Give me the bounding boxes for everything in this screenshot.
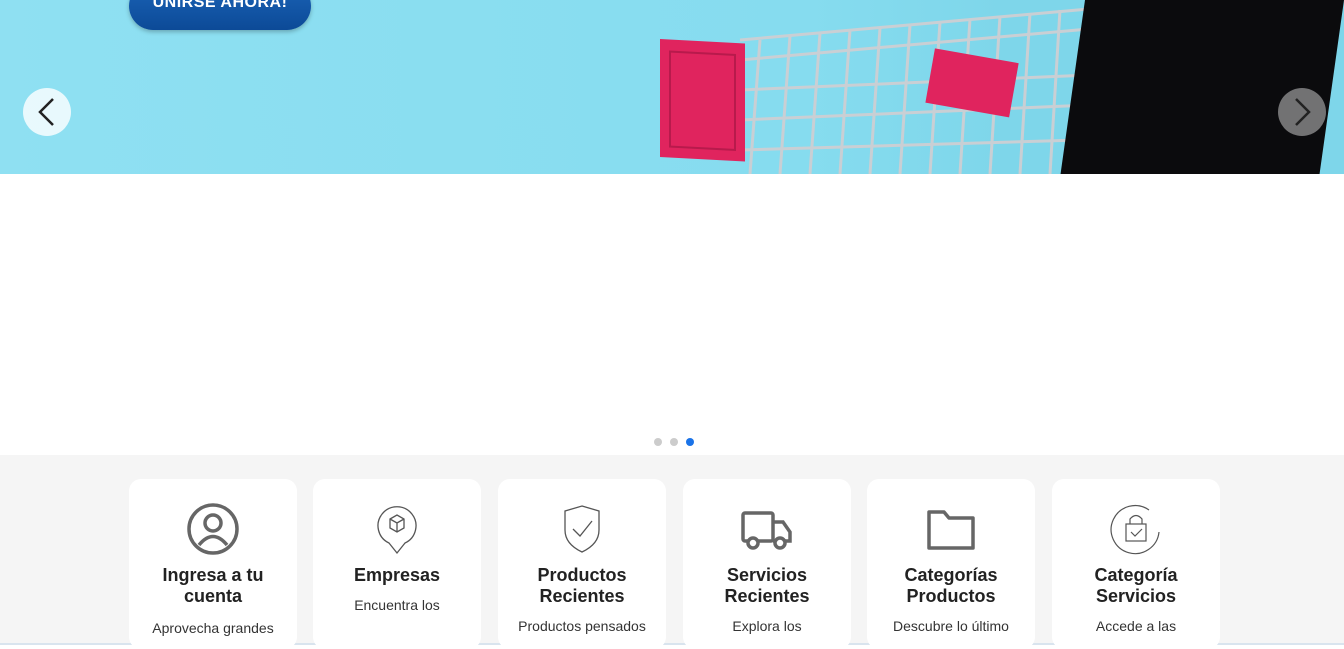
folder-icon (927, 510, 975, 550)
hero-carousel: UNIRSE AHORA! (0, 0, 1344, 174)
chevron-left-icon (38, 98, 54, 126)
feature-card-recent-products[interactable]: Productos Recientes Productos pensados (498, 479, 666, 649)
feature-card-recent-services[interactable]: Servicios Recientes Explora los (683, 479, 851, 649)
shopping-bag-icon (1110, 505, 1160, 555)
carousel-prev-button[interactable] (23, 88, 71, 136)
feature-description: Aprovecha grandes (152, 620, 274, 636)
feature-title: Categorías Productos (904, 565, 998, 606)
carousel-dot-1[interactable] (654, 438, 662, 446)
feature-title: Productos Recientes (537, 565, 627, 606)
feature-title: Categoría Servicios (1094, 565, 1178, 606)
feature-description: Descubre lo último (893, 618, 1009, 634)
feature-title: Servicios Recientes (724, 565, 810, 606)
feature-description: Accede a las (1095, 618, 1177, 634)
carousel-indicators (654, 438, 694, 446)
feature-description: Explora los (732, 618, 802, 634)
feature-card-product-categories[interactable]: Categorías Productos Descubre lo último (867, 479, 1035, 649)
chevron-right-icon (1295, 98, 1311, 126)
feature-title: Ingresa a tu cuenta (162, 565, 264, 606)
join-now-button[interactable]: UNIRSE AHORA! (129, 0, 311, 30)
location-box-icon (377, 506, 417, 555)
feature-card-account[interactable]: Ingresa a tu cuenta Aprovecha grandes (129, 479, 297, 649)
feature-card-service-categories[interactable]: Categoría Servicios Accede a las (1052, 479, 1220, 649)
user-circle-icon (187, 503, 239, 555)
truck-icon (741, 511, 792, 550)
feature-description: Productos pensados (518, 618, 646, 634)
hero-dark-panel (1060, 0, 1344, 174)
carousel-dot-2[interactable] (670, 438, 678, 446)
carousel-next-button[interactable] (1278, 88, 1326, 136)
features-section: Ingresa a tu cuenta Aprovecha grandes Em… (0, 455, 1344, 649)
feature-description: Encuentra los (354, 597, 440, 613)
feature-title: Empresas (353, 565, 441, 585)
feature-card-companies[interactable]: Empresas Encuentra los (313, 479, 481, 649)
shield-check-icon (564, 505, 600, 553)
carousel-dot-3[interactable] (686, 438, 694, 446)
